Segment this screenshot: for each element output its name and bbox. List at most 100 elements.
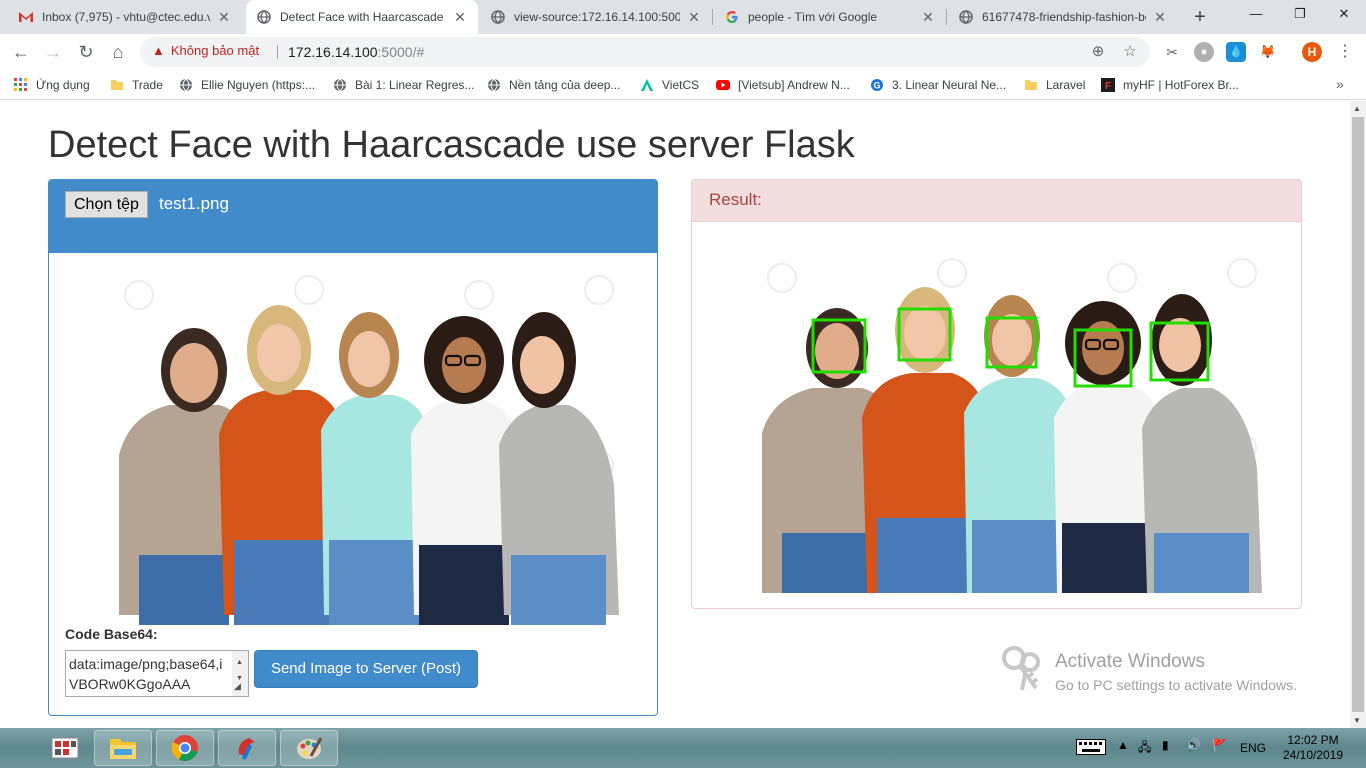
g-icon: G xyxy=(870,78,884,92)
result-panel: Result: xyxy=(691,179,1302,609)
page-scrollbar[interactable]: ▲ ▼ xyxy=(1350,101,1366,728)
back-arrow-icon[interactable]: ← xyxy=(9,40,33,64)
scissors-icon[interactable]: ✂ xyxy=(1162,42,1182,62)
send-image-button[interactable]: Send Image to Server (Post) xyxy=(254,650,478,688)
page-viewport: Detect Face with Haarcascade use server … xyxy=(0,101,1350,728)
bookmark-ellie[interactable]: Ellie Nguyen (https:... xyxy=(179,76,315,94)
menu-dots-icon[interactable]: ⋮ xyxy=(1337,41,1353,61)
tab-image-file[interactable]: 61677478-friendship-fashion-bo ✕ xyxy=(948,0,1178,34)
ccleaner-icon[interactable] xyxy=(218,730,276,766)
bookmark-laravel[interactable]: Laravel xyxy=(1024,76,1085,94)
person-5 xyxy=(1142,294,1262,593)
speaker-icon[interactable]: 🔊 xyxy=(1186,738,1201,752)
close-icon[interactable]: ✕ xyxy=(920,9,936,26)
tab-view-source[interactable]: view-source:172.16.14.100:5000/ ✕ xyxy=(480,0,712,34)
close-icon[interactable]: ✕ xyxy=(216,9,232,26)
close-icon[interactable]: ✕ xyxy=(686,9,702,26)
language-indicator[interactable]: ENG xyxy=(1240,741,1266,755)
star-icon[interactable]: ☆ xyxy=(1120,42,1140,62)
globe-icon xyxy=(490,9,506,25)
folder-icon xyxy=(110,78,124,92)
person-5 xyxy=(499,312,619,625)
app-launcher-icon[interactable] xyxy=(36,730,94,766)
bookmark-label: Nền tảng của deep... xyxy=(509,78,621,92)
bookmark-label: Laravel xyxy=(1046,78,1086,92)
file-explorer-icon[interactable] xyxy=(94,730,152,766)
windows-taskbar: ▲ 🖧 ▮ 🔊 🚩 ENG 12:02 PM 24/10/2019 xyxy=(0,728,1366,768)
bookmark-linear-regression[interactable]: Bài 1: Linear Regres... xyxy=(333,76,474,94)
action-center-icon[interactable]: 🚩 xyxy=(1212,738,1227,752)
extension-icon[interactable]: ● xyxy=(1194,42,1214,62)
bookmark-linear-neural[interactable]: G 3. Linear Neural Ne... xyxy=(870,76,1006,94)
base64-label: Code Base64: xyxy=(65,626,158,642)
battery-icon[interactable]: ▮ xyxy=(1162,738,1169,752)
paint-icon[interactable] xyxy=(280,730,338,766)
close-icon[interactable]: ✕ xyxy=(1152,9,1168,26)
scroll-down-icon[interactable]: ▼ xyxy=(1353,716,1361,725)
bookmark-vietcs[interactable]: VietCS xyxy=(640,76,699,94)
chevron-right-icon[interactable]: » xyxy=(1336,76,1344,92)
bookmark-apps[interactable]: Ứng dụng xyxy=(14,76,90,94)
security-warning[interactable]: ▲ Không bảo mật xyxy=(152,43,259,58)
forward-arrow-icon[interactable]: → xyxy=(41,40,65,64)
bookmark-label: [Vietsub] Andrew N... xyxy=(738,78,850,92)
url-host: 172.16.14.100 xyxy=(288,44,378,60)
base64-textarea[interactable]: data:image/png;base64,iVBORw0KGgoAAA ▲ ▼… xyxy=(65,650,249,697)
bookmark-label: Bài 1: Linear Regres... xyxy=(355,78,475,92)
browser-toolbar: ← → ↻ ⌂ ▲ Không bảo mật 172.16.14.100:50… xyxy=(0,34,1366,70)
globe-icon xyxy=(958,9,974,25)
textarea-scrollbar[interactable]: ▲ ▼ ◢ xyxy=(232,651,248,696)
hf-icon: F xyxy=(1101,78,1115,92)
show-hidden-icons-arrow[interactable]: ▲ xyxy=(1117,738,1129,752)
home-icon[interactable]: ⌂ xyxy=(106,40,130,64)
fox-icon[interactable]: 🦊 xyxy=(1258,42,1278,62)
scroll-up-icon[interactable]: ▲ xyxy=(1353,104,1361,113)
window-close-button[interactable]: ✕ xyxy=(1322,0,1366,30)
scrollbar-thumb[interactable] xyxy=(1352,117,1364,712)
apps-grid-icon xyxy=(14,78,28,92)
tab-separator xyxy=(946,9,947,25)
url-text[interactable]: 172.16.14.100:5000/# xyxy=(288,44,424,60)
base64-value: data:image/png;base64,iVBORw0KGgoAAA xyxy=(69,656,223,692)
tab-separator xyxy=(712,9,713,25)
warning-triangle-icon: ▲ xyxy=(152,43,165,58)
selected-file-name: test1.png xyxy=(159,194,229,213)
tab-detect-face[interactable]: Detect Face with Haarcascade ✕ xyxy=(246,0,478,34)
globe-icon xyxy=(487,78,501,92)
security-label: Không bảo mật xyxy=(170,43,260,58)
choose-file-button[interactable]: Chọn tệp xyxy=(65,191,148,218)
minimize-button[interactable]: — xyxy=(1234,0,1278,30)
gmail-icon xyxy=(18,9,34,25)
bookmark-deep-learning[interactable]: Nền tảng của deep... xyxy=(487,76,620,94)
reload-icon[interactable]: ↻ xyxy=(74,40,98,64)
zoom-icon[interactable]: ⊕ xyxy=(1088,42,1108,62)
resize-grip-icon[interactable]: ◢ xyxy=(234,676,241,696)
globe-icon xyxy=(256,9,272,25)
tab-gmail[interactable]: Inbox (7,975) - vhtu@ctec.edu.vn ✕ xyxy=(8,0,242,34)
url-path: :5000/# xyxy=(377,44,425,60)
vietcs-icon xyxy=(640,78,654,92)
new-tab-button[interactable]: + xyxy=(1188,5,1212,29)
clock-date: 24/10/2019 xyxy=(1282,748,1344,762)
bookmark-vietsub[interactable]: [Vietsub] Andrew N... xyxy=(716,76,850,94)
bookmark-trade[interactable]: Trade xyxy=(110,76,163,94)
tab-google-search[interactable]: people - Tìm với Google ✕ xyxy=(714,0,946,34)
close-icon[interactable]: ✕ xyxy=(452,9,468,26)
restore-button[interactable]: ❐ xyxy=(1278,0,1322,30)
keyboard-icon[interactable] xyxy=(1076,739,1106,758)
folder-icon xyxy=(1024,78,1038,92)
profile-avatar[interactable]: H xyxy=(1302,42,1322,62)
bookmark-hotforex[interactable]: F myHF | HotForex Br... xyxy=(1101,76,1239,94)
tab-title: view-source:172.16.14.100:5000/ xyxy=(514,10,680,24)
system-clock[interactable]: 12:02 PM 24/10/2019 xyxy=(1276,733,1350,763)
address-bar[interactable]: ▲ Không bảo mật 172.16.14.100:5000/# ⊕ ☆ xyxy=(140,37,1150,67)
tab-strip: Inbox (7,975) - vhtu@ctec.edu.vn ✕ Detec… xyxy=(0,0,1366,34)
bookmark-label: Ellie Nguyen (https:... xyxy=(201,78,316,92)
upload-panel-header: Chọn tệp test1.png xyxy=(49,180,657,253)
clock-time: 12:02 PM xyxy=(1287,733,1339,747)
water-drop-icon[interactable]: 💧 xyxy=(1226,42,1246,62)
network-icon[interactable]: 🖧 xyxy=(1138,738,1151,759)
chrome-icon[interactable] xyxy=(156,730,214,766)
globe-icon xyxy=(333,78,347,92)
key-icon xyxy=(1002,646,1040,691)
